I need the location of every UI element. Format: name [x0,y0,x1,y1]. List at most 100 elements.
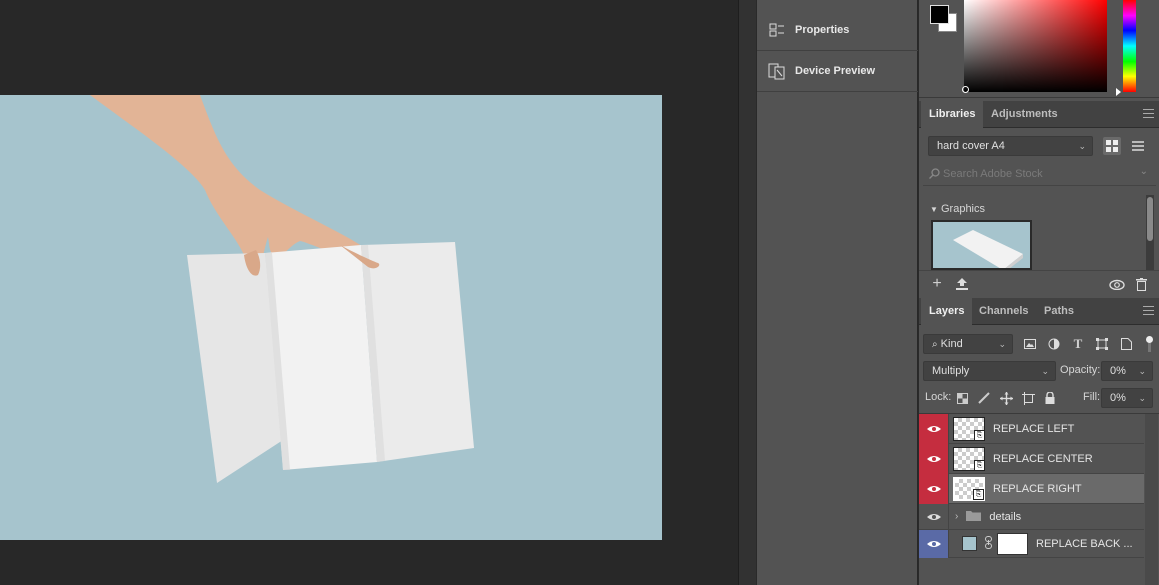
graphics-section-label: Graphics [940,203,986,215]
visibility-eye-icon[interactable] [919,503,949,530]
libraries-panel-menu-icon[interactable] [1143,109,1154,118]
triangle-down-icon: ▼ [930,205,938,214]
library-graphic-thumbnail[interactable] [931,220,1032,270]
filter-search-icon: ⌕ [932,339,938,350]
layer-thumbnail: ⎘ [953,476,985,501]
chevron-down-icon: ⌄ [1078,141,1086,151]
library-select-value: hard cover A4 [937,140,1005,152]
fill-value: 0% [1110,392,1126,404]
tab-channels[interactable]: Channels [971,298,1037,325]
filter-toggle-switch[interactable] [1145,335,1153,353]
chevron-down-icon: ⌄ [1138,366,1146,376]
foreground-color-swatch[interactable] [930,5,949,24]
search-placeholder: Search Adobe Stock [943,168,1043,180]
lock-artboard-icon[interactable] [1019,389,1037,407]
libraries-scrollbar[interactable] [1146,195,1154,270]
tab-layers[interactable]: Layers [921,298,973,325]
upload-icon[interactable] [953,275,971,293]
device-preview-label: Device Preview [795,65,876,77]
lock-image-pixels-icon[interactable] [975,389,993,407]
document-canvas[interactable] [0,95,662,540]
grid-view-icon[interactable] [1103,137,1121,155]
visibility-eye-icon[interactable] [919,443,949,474]
canvas-workspace[interactable] [0,0,738,585]
chevron-down-icon: ⌄ [1138,393,1146,403]
creative-cloud-icon[interactable] [1108,275,1126,293]
chevron-down-icon: ⌄ [1041,366,1049,376]
fill-label: Fill: [1083,391,1101,403]
hue-slider-marker[interactable] [1116,88,1121,96]
layer-name: REPLACE RIGHT [993,482,1082,495]
layer-row-details-group[interactable]: › details [919,503,1144,530]
smart-object-badge-icon: ⎘ [974,429,985,441]
link-chain-icon[interactable] [985,535,992,552]
search-icon [929,168,940,182]
lock-transparent-pixels-icon[interactable] [953,389,971,407]
device-preview-icon [767,61,787,81]
layer-row-replace-center[interactable]: ⎘ REPLACE CENTER [919,443,1144,474]
layer-name: details [989,510,1022,523]
stock-search-field[interactable]: Search Adobe Stock ⌄ [923,164,1156,186]
blend-mode-select[interactable]: Multiply ⌄ [923,361,1056,381]
smart-object-badge-icon: ⎘ [974,459,985,471]
visibility-eye-icon[interactable] [919,413,949,444]
libraries-footer: + [919,270,1159,297]
layer-row-replace-left[interactable]: ⎘ REPLACE LEFT [919,413,1144,444]
blend-mode-value: Multiply [932,365,970,377]
right-panel-dock: Libraries Adjustments hard cover A4 ⌄ Se… [918,0,1159,585]
smart-object-badge-icon: ⎘ [973,488,984,500]
layer-thumbnail: ⎘ [953,446,985,471]
tab-libraries[interactable]: Libraries [921,101,984,128]
opacity-label: Opacity: [1060,364,1101,376]
filter-type-layers-icon[interactable]: T [1069,335,1087,353]
layer-filter-select[interactable]: ⌕ Kind ⌄ [923,334,1013,354]
color-picker-marker[interactable] [962,86,969,93]
device-preview-panel-button[interactable]: Device Preview [757,51,918,92]
brochure-mockup-image [90,95,474,483]
fill-color-swatch[interactable] [962,536,977,551]
add-icon[interactable]: + [928,275,946,293]
lock-position-icon[interactable] [997,389,1015,407]
visibility-eye-icon[interactable] [919,473,949,504]
properties-panel-button[interactable]: Properties [757,10,918,51]
color-saturation-field[interactable] [964,0,1107,92]
layer-row-replace-right[interactable]: ⎘ REPLACE RIGHT [919,473,1144,504]
fill-input[interactable]: 0% ⌄ [1101,388,1153,408]
visibility-eye-icon[interactable] [919,529,949,558]
folder-icon [966,510,982,524]
layer-name: REPLACE CENTER [993,452,1093,465]
layer-row-replace-back[interactable]: REPLACE BACK ... [919,529,1144,558]
filter-adjustment-layers-icon[interactable] [1045,335,1063,353]
filter-pixel-layers-icon[interactable] [1021,335,1039,353]
properties-icon [767,20,787,40]
filter-shape-layers-icon[interactable] [1093,335,1111,353]
filter-smart-objects-icon[interactable] [1117,335,1135,353]
lock-all-icon[interactable] [1041,389,1059,407]
color-panel [919,0,1159,98]
panel-dock-gutter [738,0,756,585]
layer-name: REPLACE BACK ... [1036,537,1133,550]
libraries-tab-bar: Libraries Adjustments [919,101,1159,128]
graphics-section-header[interactable]: ▼ Graphics [930,203,985,215]
chevron-down-icon: ⌄ [998,339,1006,349]
layer-name: REPLACE LEFT [993,422,1075,435]
collapsed-panel-dock: Properties Device Preview [756,0,918,585]
layer-mask-thumbnail[interactable] [997,532,1028,555]
layers-panel-menu-icon[interactable] [1143,306,1154,315]
library-select[interactable]: hard cover A4 ⌄ [928,136,1093,156]
search-options-chevron-icon[interactable]: ⌄ [1140,166,1148,177]
libraries-scrollbar-thumb[interactable] [1147,197,1153,241]
lock-label: Lock: [925,391,952,403]
hue-slider[interactable] [1123,0,1136,92]
layers-scrollbar[interactable] [1145,414,1158,585]
tab-adjustments[interactable]: Adjustments [983,101,1066,128]
list-view-icon[interactable] [1129,137,1147,155]
layers-tab-bar: Layers Channels Paths [919,298,1159,325]
chevron-right-icon[interactable]: › [955,511,958,522]
trash-icon[interactable] [1132,275,1150,293]
opacity-input[interactable]: 0% ⌄ [1101,361,1153,381]
layers-list: ⎘ REPLACE LEFT ⎘ REPLACE CENTER ⎘ REPLAC… [919,413,1159,585]
opacity-value: 0% [1110,365,1126,377]
tab-paths[interactable]: Paths [1036,298,1082,325]
properties-label: Properties [795,24,850,36]
